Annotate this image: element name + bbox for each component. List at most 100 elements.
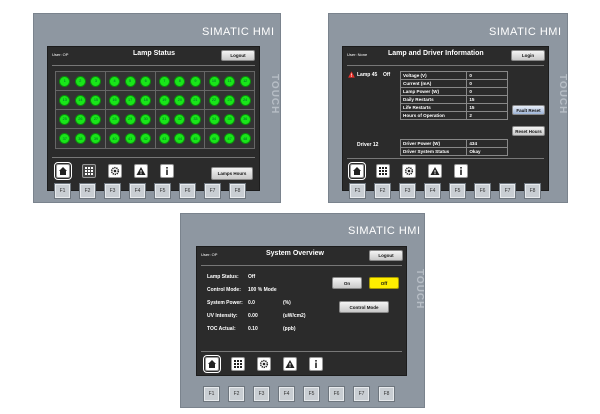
function-key[interactable]: F3 (104, 183, 121, 199)
lamp-indicator[interactable]: 9 (189, 75, 201, 87)
function-key[interactable]: F4 (278, 386, 295, 402)
on-button[interactable]: On (332, 277, 362, 289)
info-icon (315, 360, 317, 368)
lamp-indicator[interactable]: 46 (208, 133, 220, 144)
lamp-indicator[interactable]: 2 (74, 75, 86, 87)
logout-button[interactable]: Logout (369, 250, 403, 261)
function-key[interactable]: F5 (154, 183, 171, 199)
lamp-indicator[interactable]: 22 (208, 94, 220, 106)
lamp-indicator[interactable]: 47 (224, 133, 236, 144)
function-key[interactable]: F2 (228, 386, 245, 402)
lamp-indicator[interactable]: 40 (109, 133, 121, 144)
function-key[interactable]: F5 (303, 386, 320, 402)
lamp-indicator[interactable]: 21 (189, 94, 201, 106)
settings-nav-button[interactable] (257, 357, 271, 371)
lamp-indicator[interactable]: 39 (90, 133, 102, 144)
lamp-indicator[interactable]: 20 (174, 94, 186, 106)
lamp-indicator[interactable]: 11 (224, 75, 236, 87)
reset-hours-button[interactable]: Reset Hours (512, 126, 545, 136)
lamp-indicator[interactable]: 26 (74, 113, 86, 125)
info-nav-button[interactable] (309, 357, 323, 371)
function-key[interactable]: F1 (203, 386, 220, 402)
home-nav-button[interactable] (203, 355, 221, 373)
control-mode-button[interactable]: Control Mode (339, 301, 389, 313)
lamp-indicator[interactable]: 28 (109, 113, 121, 125)
lamps-hours-button[interactable]: Lamps Hours (211, 167, 253, 180)
login-button[interactable]: Login (511, 50, 545, 61)
lamp-indicator[interactable]: 8 (174, 75, 186, 87)
function-key[interactable]: F6 (179, 183, 196, 199)
lamp-indicator[interactable]: 24 (239, 94, 251, 106)
lamp-indicator[interactable]: 18 (140, 94, 152, 106)
home-nav-button[interactable] (54, 162, 72, 180)
fault-reset-button[interactable]: Fault Reset (512, 105, 545, 115)
grid-nav-button[interactable] (231, 357, 245, 371)
home-nav-button[interactable] (348, 162, 366, 180)
grid-nav-button[interactable] (82, 164, 96, 178)
lamp-indicator[interactable]: 31 (158, 113, 170, 125)
function-key[interactable]: F7 (204, 183, 221, 199)
lamp-indicator[interactable]: 6 (140, 75, 152, 87)
lamp-indicator[interactable]: 14 (74, 94, 86, 106)
function-key[interactable]: F4 (424, 183, 441, 199)
lamp-indicator[interactable]: 33 (189, 113, 201, 125)
lamp-indicator[interactable]: 37 (59, 133, 71, 144)
function-key[interactable]: F8 (229, 183, 246, 199)
function-key[interactable]: F8 (378, 386, 395, 402)
function-key[interactable]: F1 (54, 183, 71, 199)
info-value: 2 (466, 111, 508, 120)
lamp-indicator[interactable]: 13 (59, 94, 71, 106)
function-key[interactable]: F7 (353, 386, 370, 402)
lamp-indicator[interactable]: 43 (158, 133, 170, 144)
lamp-indicator[interactable]: 45 (189, 133, 201, 144)
lamp-indicator[interactable]: 4 (109, 75, 121, 87)
function-key[interactable]: F2 (79, 183, 96, 199)
lamp-group: 37 38 39 (56, 129, 106, 148)
info-nav-button[interactable] (160, 164, 174, 178)
lamp-indicator[interactable]: 30 (140, 113, 152, 125)
lamp-indicator[interactable]: 25 (59, 113, 71, 125)
lamp-indicator[interactable]: 42 (140, 133, 152, 144)
function-key[interactable]: F6 (328, 386, 345, 402)
lamp-indicator[interactable]: 48 (239, 133, 251, 144)
function-key[interactable]: F2 (374, 183, 391, 199)
lamp-indicator[interactable]: 16 (109, 94, 121, 106)
grid-nav-button[interactable] (376, 164, 390, 178)
lamp-indicator[interactable]: 23 (224, 94, 236, 106)
alarm-nav-button[interactable] (134, 164, 148, 178)
function-key[interactable]: F6 (474, 183, 491, 199)
lamp-indicator[interactable]: 41 (124, 133, 136, 144)
info-nav-button[interactable] (454, 164, 468, 178)
lamp-indicator[interactable]: 34 (208, 113, 220, 125)
settings-nav-button[interactable] (108, 164, 122, 178)
off-button[interactable]: Off (369, 277, 399, 289)
lamp-indicator[interactable]: 7 (158, 75, 170, 87)
lamp-indicator[interactable]: 29 (124, 113, 136, 125)
function-key[interactable]: F1 (349, 183, 366, 199)
function-key[interactable]: F4 (129, 183, 146, 199)
logout-button[interactable]: Logout (221, 50, 255, 61)
alarm-nav-button[interactable] (428, 164, 442, 178)
lamp-indicator[interactable]: 44 (174, 133, 186, 144)
lamp-indicator[interactable]: 1 (59, 75, 71, 87)
lamp-indicator[interactable]: 15 (90, 94, 102, 106)
lamp-indicator[interactable]: 17 (124, 94, 136, 106)
settings-nav-button[interactable] (402, 164, 416, 178)
alarm-nav-button[interactable] (283, 357, 297, 371)
lamp-indicator[interactable]: 19 (158, 94, 170, 106)
lamp-indicator[interactable]: 38 (74, 133, 86, 144)
function-key[interactable]: F3 (253, 386, 270, 402)
lamp-indicator[interactable]: 10 (208, 75, 220, 87)
lamp-indicator[interactable]: 27 (90, 113, 102, 125)
function-key[interactable]: F3 (399, 183, 416, 199)
lamp-indicator[interactable]: 36 (239, 113, 251, 125)
lamp-indicator[interactable]: 32 (174, 113, 186, 125)
function-keys: F1 F2 F3 F4 F5 F6 F7 F8 (203, 386, 403, 402)
lamp-indicator[interactable]: 3 (90, 75, 102, 87)
function-key[interactable]: F8 (524, 183, 541, 199)
function-key[interactable]: F7 (499, 183, 516, 199)
function-key[interactable]: F5 (449, 183, 466, 199)
lamp-indicator[interactable]: 35 (224, 113, 236, 125)
lamp-indicator[interactable]: 12 (239, 75, 251, 87)
lamp-indicator[interactable]: 5 (124, 75, 136, 87)
